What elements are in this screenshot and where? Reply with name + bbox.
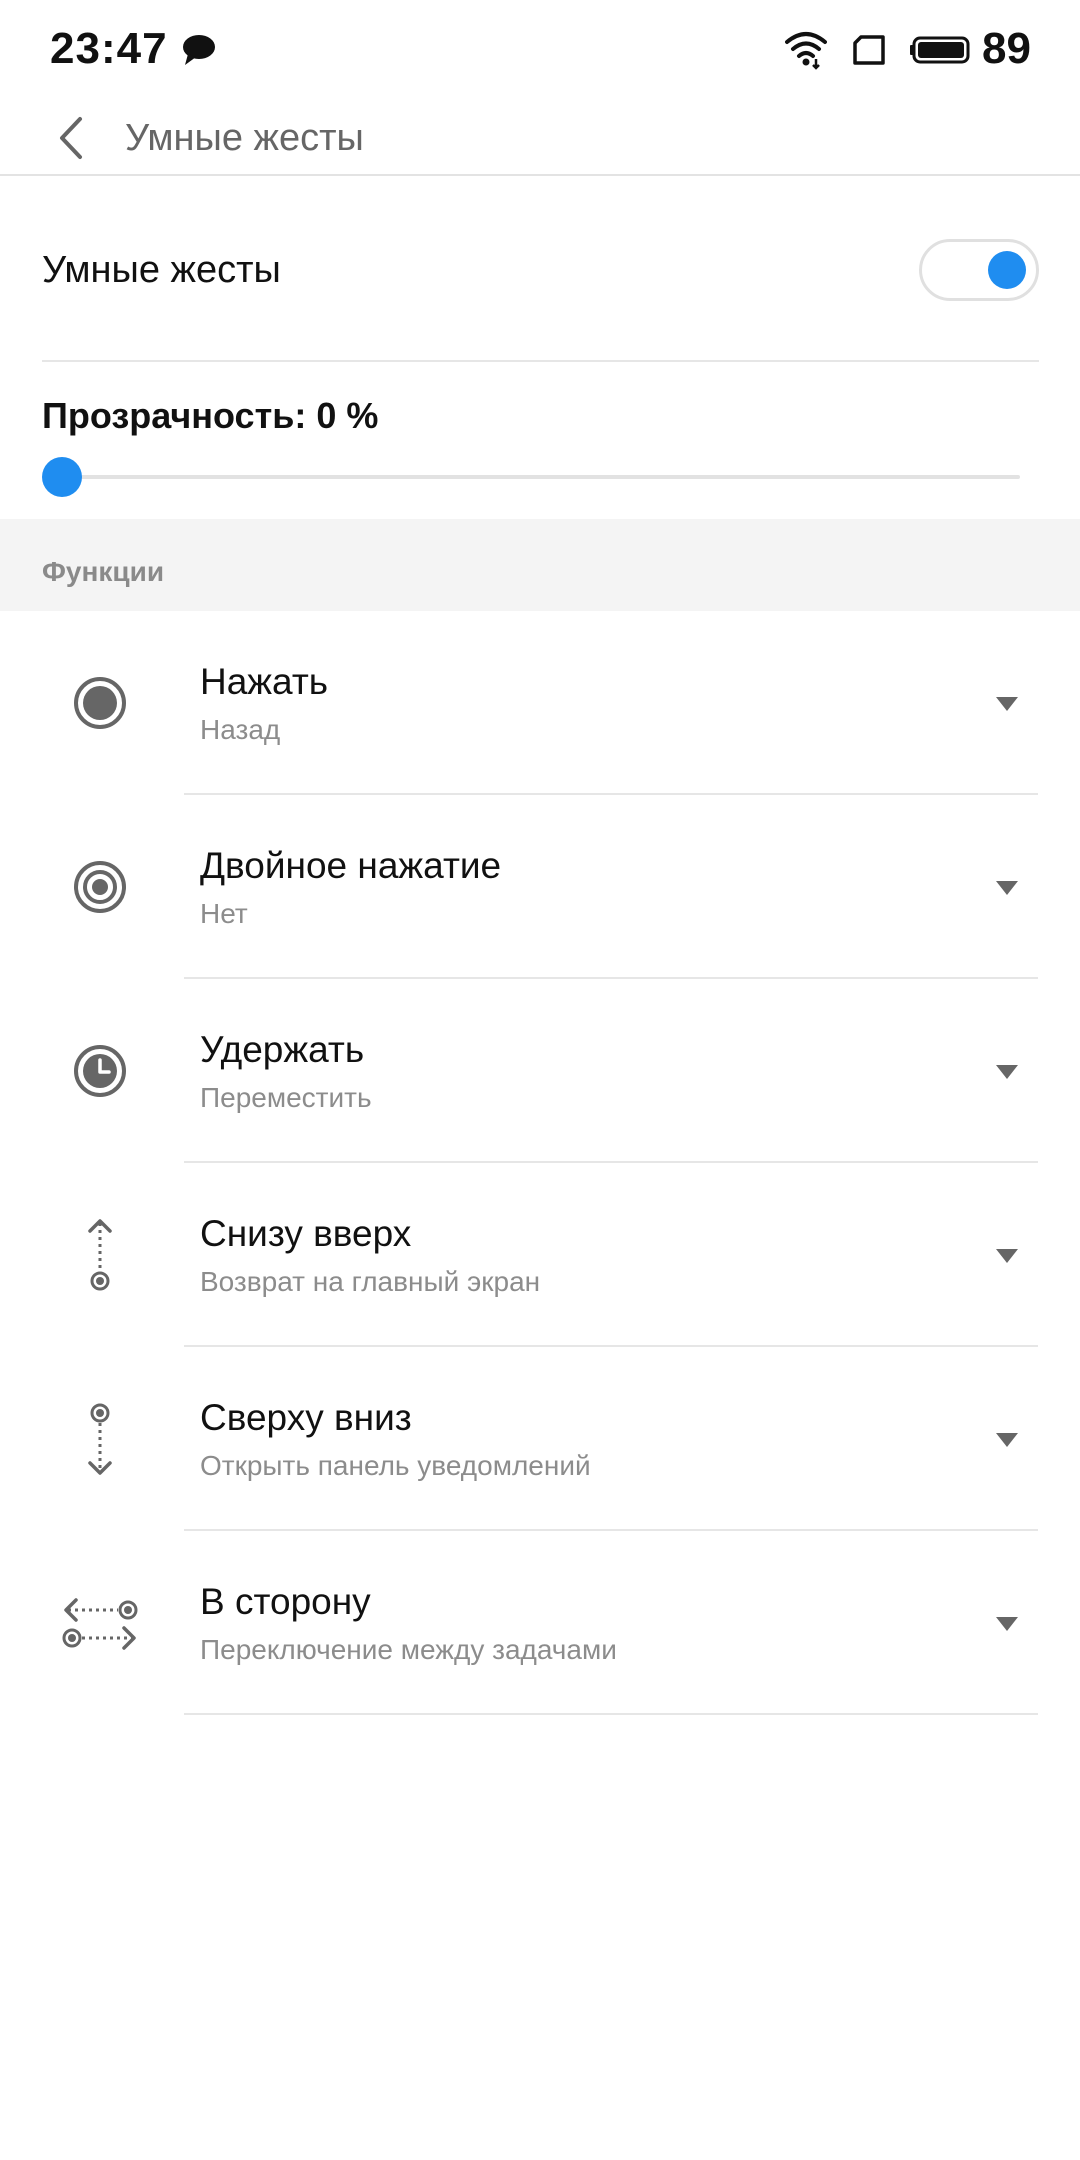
list-item-tap[interactable]: Нажать Назад xyxy=(0,611,1080,795)
smart-gestures-switch[interactable] xyxy=(919,239,1039,301)
dropdown-arrow-icon[interactable] xyxy=(996,881,1018,895)
swipe-sideways-icon xyxy=(62,1598,138,1650)
app-header: Умные жесты xyxy=(0,100,1080,176)
hold-clock-icon xyxy=(74,1045,126,1097)
item-value: Переместить xyxy=(200,1082,372,1113)
item-title: Сверху вниз xyxy=(200,1397,412,1438)
item-title: Удержать xyxy=(200,1029,365,1070)
sim-card-icon xyxy=(853,35,885,65)
smart-gestures-label: Умные жесты xyxy=(42,249,281,291)
status-time: 23:47 xyxy=(50,24,168,73)
list-item-swipe-up[interactable]: Снизу вверх Возврат на главный экран xyxy=(0,1163,1080,1347)
dropdown-arrow-icon[interactable] xyxy=(996,1065,1018,1079)
transparency-slider[interactable] xyxy=(42,455,1020,499)
double-tap-icon xyxy=(74,861,126,913)
slider-thumb[interactable] xyxy=(42,457,82,497)
swipe-up-icon xyxy=(88,1219,112,1291)
item-title: В сторону xyxy=(200,1581,371,1622)
dropdown-arrow-icon[interactable] xyxy=(996,1433,1018,1447)
list-item-double-tap[interactable]: Двойное нажатие Нет xyxy=(0,795,1080,979)
item-value: Открыть панель уведомлений xyxy=(200,1450,591,1481)
section-header: Функции xyxy=(0,519,1080,611)
item-value: Возврат на главный экран xyxy=(200,1266,541,1297)
dropdown-arrow-icon[interactable] xyxy=(996,1249,1018,1263)
list-item-hold[interactable]: Удержать Переместить xyxy=(0,979,1080,1163)
battery-icon xyxy=(910,36,970,64)
slider-track[interactable] xyxy=(60,475,1020,479)
list-item-swipe-down[interactable]: Сверху вниз Открыть панель уведомлений xyxy=(0,1347,1080,1531)
single-tap-icon xyxy=(74,677,126,729)
switch-knob xyxy=(988,251,1026,289)
swipe-down-icon xyxy=(88,1403,112,1475)
item-value: Переключение между задачами xyxy=(200,1634,617,1665)
page-title: Умные жесты xyxy=(125,117,364,159)
divider xyxy=(184,1713,1038,1715)
transparency-label: Прозрачность: 0 % xyxy=(42,395,379,436)
item-title: Двойное нажатие xyxy=(200,845,502,886)
dropdown-arrow-icon[interactable] xyxy=(996,1617,1018,1631)
smart-gestures-toggle-row[interactable]: Умные жесты xyxy=(42,178,1039,362)
wifi-icon xyxy=(785,32,827,70)
battery-level: 89 xyxy=(982,24,1031,73)
back-button[interactable] xyxy=(36,100,106,176)
item-value: Назад xyxy=(200,714,281,745)
list-item-swipe-sideways[interactable]: В сторону Переключение между задачами xyxy=(0,1531,1080,1715)
status-bar: 23:47 89 xyxy=(0,0,1080,100)
chat-bubble-icon xyxy=(183,35,215,65)
item-title: Снизу вверх xyxy=(200,1213,412,1254)
dropdown-arrow-icon[interactable] xyxy=(996,697,1018,711)
item-value: Нет xyxy=(200,898,248,929)
chevron-left-icon xyxy=(60,117,82,159)
section-title: Функции xyxy=(42,556,165,587)
function-list: Нажать Назад Двойное нажатие Нет Удержат… xyxy=(0,611,1080,1715)
item-title: Нажать xyxy=(200,661,329,702)
